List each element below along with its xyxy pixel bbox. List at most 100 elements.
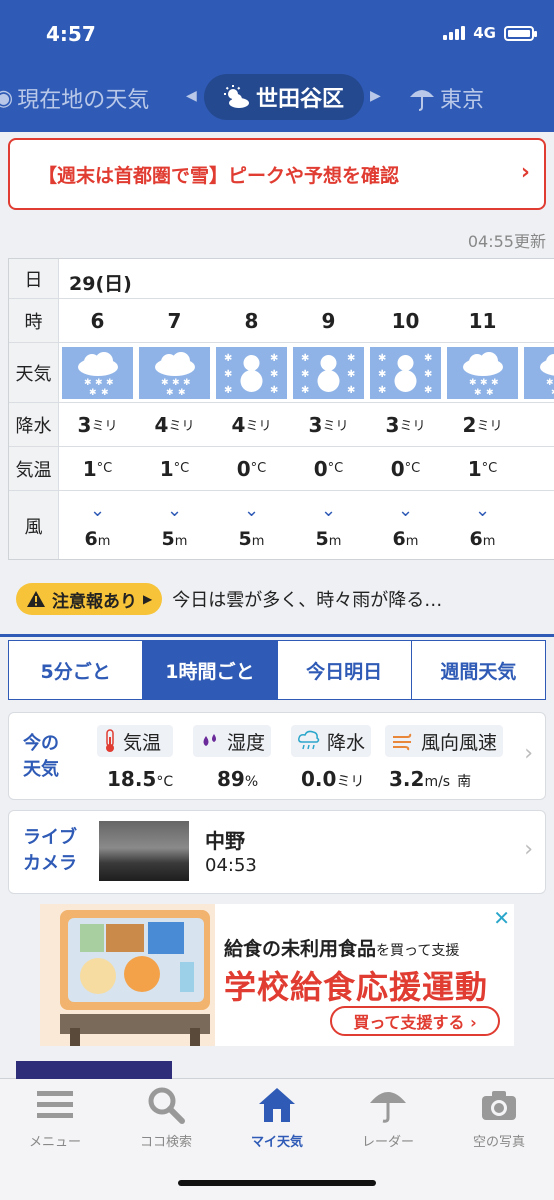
ad-cta-button[interactable]: 買って支援する › bbox=[330, 1006, 500, 1036]
location-tab-current-position[interactable]: ◉ 現在地の天気 bbox=[0, 82, 149, 114]
temp-cell: 1 °C bbox=[467, 456, 498, 481]
location-switcher: ◉ 現在地の天気 ◀ 世田谷区 ▶ 東京 bbox=[0, 74, 554, 120]
wind-cell: ⌄ 6m bbox=[469, 500, 496, 551]
nav-radar[interactable]: レーダー bbox=[338, 1085, 438, 1155]
temp-cell: 0 °C bbox=[313, 456, 344, 481]
svg-text:✱: ✱ bbox=[172, 378, 180, 388]
precip-cell: 2 bbox=[521, 403, 554, 446]
next-location-icon[interactable]: ▶ bbox=[370, 88, 381, 104]
row-label-date: 日 bbox=[9, 259, 59, 298]
tab-today-tomorrow[interactable]: 今日明日 bbox=[278, 641, 412, 699]
section-divider bbox=[0, 634, 554, 637]
svg-text:✱: ✱ bbox=[347, 369, 355, 380]
network-label: 4G bbox=[473, 24, 496, 42]
hourly-forecast-table[interactable]: 日 29(日) 時 678910111 天気 ✱✱✱✱✱✱✱✱✱✱✱✱✱✱✱✱✱… bbox=[8, 258, 554, 560]
warning-badge[interactable]: 注意報あり ▶ bbox=[16, 583, 163, 615]
precip-row: 降水 3ミリ 4ミリ 4ミリ 3ミリ 3ミリ 2ミリ 2 bbox=[9, 403, 554, 447]
status-time: 4:57 bbox=[46, 22, 96, 46]
school-lunch-illustration bbox=[40, 904, 215, 1046]
svg-text:✱: ✱ bbox=[301, 369, 309, 380]
search-icon bbox=[148, 1087, 185, 1124]
nav-sky-photos[interactable]: 空の写真 bbox=[449, 1085, 549, 1155]
svg-text:✱: ✱ bbox=[95, 378, 103, 388]
row-label-weather: 天気 bbox=[9, 343, 59, 402]
humidity-drops-icon bbox=[203, 734, 216, 746]
camera-time: 04:53 bbox=[205, 855, 257, 876]
svg-text:✱: ✱ bbox=[270, 385, 278, 396]
svg-text:✱: ✱ bbox=[480, 378, 488, 388]
tab-5min[interactable]: 5分ごと bbox=[9, 641, 144, 699]
metric-wind: 風向風速 3.2m/s 南 bbox=[385, 725, 504, 791]
temp-cell: 1 bbox=[521, 447, 554, 490]
alert-text: 今日は雲が多く、時々雨が降る… bbox=[172, 590, 443, 611]
hour-cell: 9 bbox=[321, 308, 336, 333]
weather-cell: ✱✱✱✱✱ bbox=[59, 343, 136, 402]
live-camera-label: ライブ カメラ bbox=[23, 827, 77, 874]
location-tab-active[interactable]: 世田谷区 bbox=[204, 74, 364, 120]
live-camera-thumbnail[interactable] bbox=[99, 821, 189, 881]
temp-cell: 1 °C bbox=[159, 456, 190, 481]
precip-cell: 3 ミリ bbox=[385, 412, 426, 437]
prev-location-icon[interactable]: ◀ bbox=[186, 88, 197, 104]
home-icon bbox=[259, 1088, 295, 1122]
svg-text:✱: ✱ bbox=[270, 353, 278, 364]
wind-direction-icon: ⌄ bbox=[320, 500, 337, 521]
svg-text:✱: ✱ bbox=[178, 388, 186, 398]
nav-search[interactable]: ココ検索 bbox=[116, 1085, 216, 1155]
metric-temp: 気温 18.5°C bbox=[97, 725, 174, 791]
hour-row: 時 678910111 bbox=[9, 299, 554, 343]
snowman-icon: ✱ ✱ ✱ ✱ ✱ ✱ bbox=[216, 346, 287, 399]
svg-text:✱: ✱ bbox=[106, 378, 114, 388]
svg-text:✱: ✱ bbox=[301, 353, 309, 364]
location-tab-tokyo[interactable]: 東京 bbox=[408, 82, 484, 114]
svg-text:✱: ✱ bbox=[101, 388, 109, 398]
snow-cloud-icon: ✱✱✱✱✱ bbox=[139, 346, 210, 399]
wind-direction-icon: ⌄ bbox=[166, 500, 183, 521]
news-banner[interactable]: 【週末は首都圏で雪】ピークや予想を確認 › bbox=[8, 138, 546, 210]
snow-cloud-icon: ✱✱✱✱✱ bbox=[62, 346, 133, 399]
svg-text:✱: ✱ bbox=[378, 385, 386, 396]
temp-row: 気温 1°C 1°C 0°C 0°C 0°C 1°C 1 bbox=[9, 447, 554, 491]
chevron-right-icon: ▶ bbox=[143, 592, 153, 606]
warning-icon bbox=[27, 591, 45, 607]
live-camera-card[interactable]: ライブ カメラ 中野 04:53 › bbox=[8, 810, 546, 894]
chevron-right-icon: › bbox=[524, 741, 533, 766]
svg-text:✱: ✱ bbox=[378, 353, 386, 364]
ad-headline: 給食の未利用食品を買って支援 bbox=[224, 938, 460, 960]
row-label-wind: 風 bbox=[9, 491, 59, 559]
sun-cloud-icon bbox=[223, 85, 249, 108]
wind-cell: 6 bbox=[521, 491, 554, 559]
row-label-temp: 気温 bbox=[9, 447, 59, 490]
svg-text:✱: ✱ bbox=[546, 378, 554, 388]
current-weather-card[interactable]: 今の 天気 気温 18.5°C 湿度 89% 降水 0.0ミリ 風向風速 3.2… bbox=[8, 712, 546, 800]
weather-cell: ✱✱✱✱✱ bbox=[521, 343, 554, 402]
temp-cell: 0 °C bbox=[236, 456, 267, 481]
tab-weekly[interactable]: 週間天気 bbox=[412, 641, 545, 699]
svg-text:✱: ✱ bbox=[84, 378, 92, 388]
wind-row: 風 ⌄6m ⌄5m ⌄5m ⌄5m ⌄6m ⌄6m 6 bbox=[9, 491, 554, 559]
umbrella-icon bbox=[370, 1092, 406, 1123]
precip-cell: 3 ミリ bbox=[77, 412, 118, 437]
chevron-right-icon: › bbox=[520, 160, 530, 185]
wind-direction-icon: ⌄ bbox=[397, 500, 414, 521]
camera-location: 中野 bbox=[205, 829, 245, 853]
metric-humidity: 湿度 89% bbox=[193, 725, 272, 791]
alert-row[interactable]: 注意報あり ▶ 今日は雲が多く、時々雨が降る… bbox=[16, 582, 554, 616]
wind-cell: ⌄ 6m bbox=[84, 500, 111, 551]
metric-precip: 降水 0.0ミリ bbox=[291, 725, 372, 791]
thermometer-icon bbox=[106, 729, 114, 752]
weather-cell: ✱✱✱✱✱ bbox=[444, 343, 521, 402]
advertisement[interactable]: 給食の未利用食品を買って支援 学校給食応援運動 買って支援する › ✕ bbox=[40, 904, 514, 1046]
row-label-hour: 時 bbox=[9, 299, 59, 342]
close-icon[interactable]: ✕ bbox=[493, 906, 510, 930]
svg-text:✱: ✱ bbox=[347, 353, 355, 364]
umbrella-icon bbox=[410, 90, 434, 111]
svg-text:✱: ✱ bbox=[486, 388, 494, 398]
nav-menu[interactable]: メニュー bbox=[5, 1085, 105, 1155]
tab-hourly[interactable]: 1時間ごと bbox=[143, 641, 278, 699]
weather-cell: ✱ ✱ ✱ ✱ ✱ ✱ bbox=[367, 343, 444, 402]
chevron-right-icon: › bbox=[524, 837, 533, 862]
nav-my-weather[interactable]: マイ天気 bbox=[227, 1085, 327, 1155]
hour-cell: 1 bbox=[521, 299, 554, 342]
temp-cell: 0 °C bbox=[390, 456, 421, 481]
